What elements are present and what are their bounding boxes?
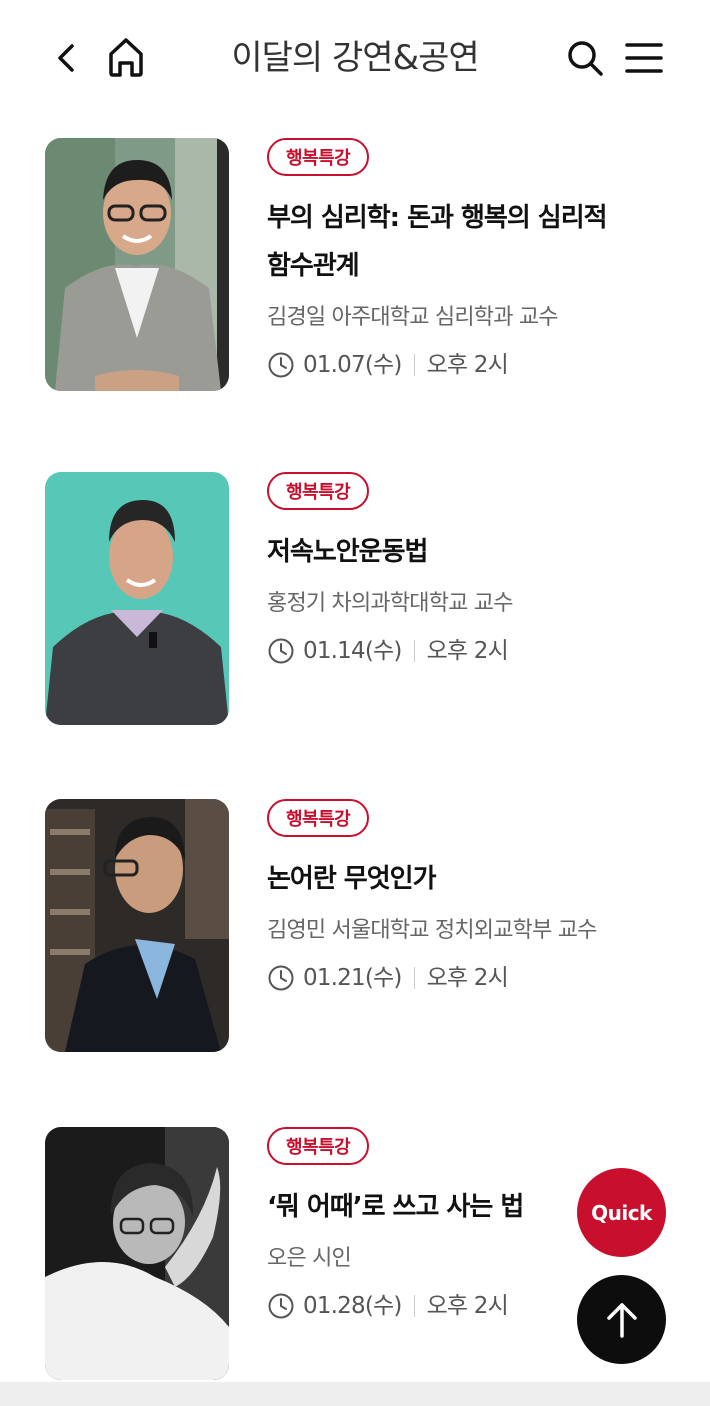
event-date: 01.14(수) — [303, 638, 402, 664]
event-time: 오후 2시 — [426, 1293, 509, 1319]
speaker-name: 김영민 서울대학교 정치외교학부 교수 — [267, 918, 597, 943]
event-info: 행복특강 부의 심리학: 돈과 행복의 심리적 함수관계 김경일 아주대학교 심… — [267, 138, 667, 380]
quick-menu-button[interactable]: Quick — [577, 1168, 666, 1257]
app-header: 이달의 강연&공연 — [0, 0, 710, 118]
arrow-up-icon — [606, 1302, 637, 1338]
event-time: 오후 2시 — [426, 352, 509, 378]
event-date: 01.28(수) — [303, 1293, 402, 1319]
scroll-to-top-button[interactable] — [577, 1275, 666, 1364]
event-time: 오후 2시 — [426, 965, 509, 991]
hamburger-menu-icon — [625, 43, 663, 73]
event-date: 01.21(수) — [303, 965, 402, 991]
speaker-photo[interactable] — [45, 472, 229, 725]
divider — [413, 354, 415, 376]
event-schedule: 01.21(수) 오후 2시 — [267, 963, 667, 993]
chevron-left-icon — [58, 44, 74, 72]
back-button[interactable] — [46, 36, 86, 80]
clock-icon — [268, 1293, 294, 1319]
divider — [413, 1295, 415, 1317]
event-date: 01.07(수) — [303, 352, 402, 378]
speaker-photo[interactable] — [45, 1127, 229, 1380]
home-button[interactable] — [102, 32, 150, 82]
clock-icon — [268, 638, 294, 664]
search-button[interactable] — [562, 34, 608, 82]
search-icon — [568, 41, 603, 76]
clock-icon — [268, 965, 294, 991]
bottom-bar — [0, 1382, 710, 1406]
category-badge: 행복특강 — [267, 1127, 370, 1165]
speaker-photo[interactable] — [45, 138, 229, 391]
event-time: 오후 2시 — [426, 638, 509, 664]
divider — [413, 640, 415, 662]
page-title: 이달의 강연&공연 — [231, 38, 479, 78]
category-badge: 행복특강 — [267, 799, 370, 837]
event-schedule: 01.14(수) 오후 2시 — [267, 636, 667, 666]
event-info: 행복특강 저속노안운동법 홍정기 차의과학대학교 교수 01.14(수) 오후 … — [267, 472, 667, 666]
category-badge: 행복특강 — [267, 138, 370, 176]
event-title[interactable]: 논어란 무엇인가 — [267, 855, 667, 903]
category-badge: 행복특강 — [267, 472, 370, 510]
speaker-name: 김경일 아주대학교 심리학과 교수 — [267, 305, 559, 330]
divider — [413, 967, 415, 989]
menu-button[interactable] — [620, 36, 668, 80]
speaker-photo[interactable] — [45, 799, 229, 1052]
event-title[interactable]: 저속노안운동법 — [267, 528, 667, 576]
event-title[interactable]: 부의 심리학: 돈과 행복의 심리적 함수관계 — [267, 194, 667, 290]
speaker-name: 홍정기 차의과학대학교 교수 — [267, 591, 513, 616]
event-info: 행복특강 논어란 무엇인가 김영민 서울대학교 정치외교학부 교수 01.21(… — [267, 799, 667, 993]
clock-icon — [268, 352, 294, 378]
event-schedule: 01.07(수) 오후 2시 — [267, 350, 667, 380]
home-icon — [109, 38, 143, 77]
